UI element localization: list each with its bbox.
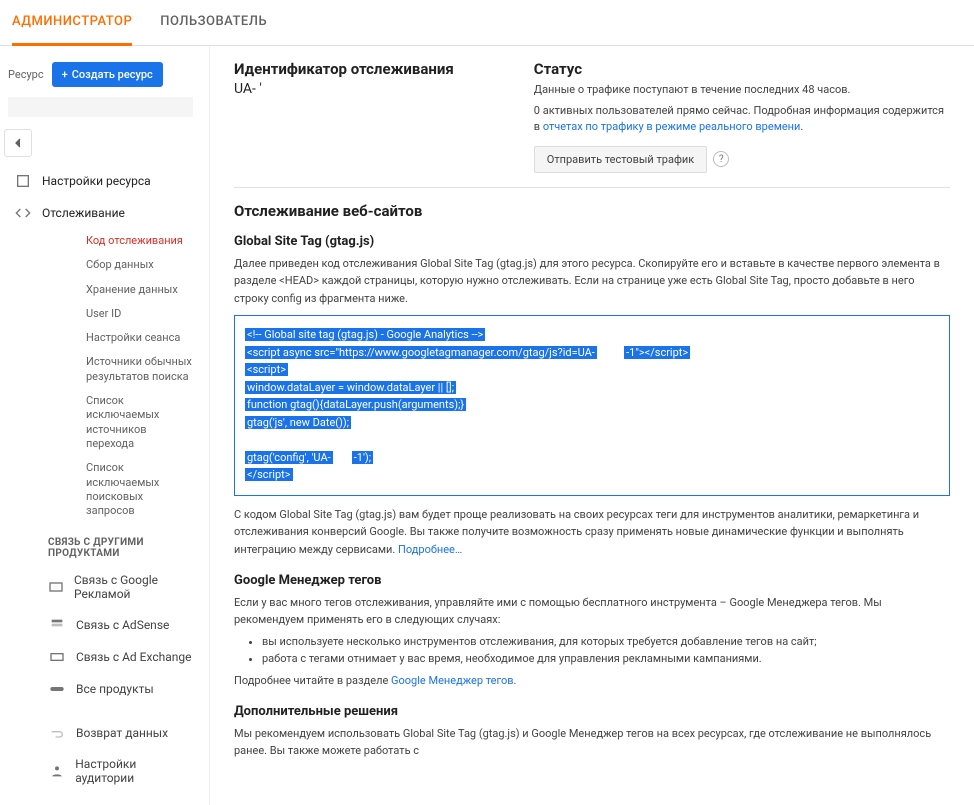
- nav-label: Возврат данных: [76, 726, 168, 740]
- status-title: Статус: [534, 60, 950, 78]
- main-content: Идентификатор отслеживания UA- ' Статус …: [210, 46, 974, 805]
- sub-data-collection[interactable]: Сбор данных: [0, 253, 201, 277]
- nav-google-ads[interactable]: Связь с Google Рекламой: [0, 565, 201, 609]
- nav-data-return[interactable]: Возврат данных: [0, 717, 201, 749]
- status-line-2: 0 активных пользователей прямо сейчас. П…: [534, 103, 950, 136]
- code-line: -1"></script>: [624, 346, 690, 359]
- nav-tracking[interactable]: Отслеживание: [0, 197, 201, 229]
- code-line: gtag('config', 'UA-: [245, 451, 333, 464]
- nav-label: Связь с Google Рекламой: [74, 573, 193, 601]
- audience-icon: [48, 763, 65, 779]
- link-icon: [48, 681, 66, 697]
- nav-label: Связь с AdSense: [76, 618, 169, 632]
- list-item: вы используете несколько инструментов от…: [262, 633, 950, 651]
- sub-session-settings[interactable]: Настройки сеанса: [0, 326, 201, 350]
- create-resource-label: Создать ресурс: [72, 68, 153, 81]
- nav-all-products[interactable]: Все продукты: [0, 673, 201, 705]
- tab-user[interactable]: ПОЛЬЗОВАТЕЛЬ: [160, 0, 267, 45]
- nav-audience-settings[interactable]: Настройки аудитории: [0, 749, 201, 793]
- section-label-links: СВЯЗЬ С ДРУГИМИ ПРОДУКТАМИ: [0, 523, 201, 565]
- tag-manager-link[interactable]: Google Менеджер тегов: [391, 674, 514, 687]
- return-icon: [48, 725, 66, 741]
- heading-tag-manager: Google Менеджер тегов: [234, 573, 950, 588]
- code-line: <!-- Global site tag (gtag.js) - Google …: [245, 328, 485, 341]
- sub-referral-exclusion[interactable]: Список исключаемых источников перехода: [0, 389, 201, 456]
- nav-resource-settings[interactable]: Настройки ресурса: [0, 165, 201, 197]
- nav-adsense[interactable]: Связь с AdSense: [0, 609, 201, 641]
- code-line: -1');: [352, 451, 373, 464]
- create-resource-button[interactable]: + Создать ресурс: [52, 62, 163, 87]
- sub-user-id[interactable]: User ID: [0, 302, 201, 326]
- nav-label: Все продукты: [76, 682, 154, 696]
- realtime-reports-link[interactable]: отчетах по трафику в режиме реального вр…: [543, 120, 801, 133]
- sub-organic-sources[interactable]: Источники обычных результатов поиска: [0, 350, 201, 389]
- code-line: window.dataLayer = window.dataLayer || […: [245, 381, 456, 394]
- account-selector[interactable]: [8, 97, 193, 117]
- divider: [234, 187, 950, 188]
- list-item: работа с тегами отнимает у вас время, не…: [262, 650, 950, 668]
- code-line: </script>: [245, 468, 293, 481]
- nav-label: Отслеживание: [42, 206, 125, 220]
- arrow-left-icon: [10, 135, 26, 151]
- additional-description: Мы рекомендуем использовать Global Site …: [234, 725, 950, 760]
- gtag-benefits: С кодом Global Site Tag (gtag.js) вам бу…: [234, 506, 950, 559]
- tracking-id-value: UA- ': [234, 81, 454, 97]
- nav-label: Связь с Ad Exchange: [76, 650, 191, 664]
- ads-icon: [48, 579, 64, 595]
- code-line: [245, 432, 939, 449]
- code-line: <script async src="https://www.googletag…: [245, 346, 597, 359]
- heading-additional: Дополнительные решения: [234, 704, 950, 719]
- adsense-icon: [48, 617, 66, 633]
- learn-more-link[interactable]: Подробнее…: [398, 543, 462, 556]
- resource-label: Ресурс: [8, 68, 44, 81]
- code-icon: [14, 205, 32, 221]
- nav-ad-exchange[interactable]: Связь с Ad Exchange: [0, 641, 201, 673]
- back-button[interactable]: [4, 129, 32, 157]
- section-website-tracking: Отслеживание веб-сайтов: [234, 202, 950, 220]
- status-line-1: Данные о трафике поступают в течение пос…: [534, 82, 950, 99]
- tracking-id-title: Идентификатор отслеживания: [234, 60, 454, 78]
- nav-label: Настройки аудитории: [75, 757, 193, 785]
- heading-gtag: Global Site Tag (gtag.js): [234, 234, 950, 249]
- settings-square-icon: [14, 173, 32, 189]
- code-line: function gtag(){dataLayer.push(arguments…: [245, 398, 466, 411]
- tab-admin[interactable]: АДМИНИСТРАТОР: [12, 0, 132, 46]
- code-line: <script>: [245, 363, 288, 376]
- sub-data-retention[interactable]: Хранение данных: [0, 278, 201, 302]
- help-icon[interactable]: ?: [713, 151, 729, 167]
- gtag-description: Далее приведен код отслеживания Global S…: [234, 255, 950, 308]
- code-line: gtag('js', new Date());: [245, 416, 351, 429]
- nav-label: Настройки ресурса: [42, 174, 151, 188]
- sub-search-exclusion[interactable]: Список исключаемых поисковых запросов: [0, 456, 201, 523]
- tag-manager-description: Если у вас много тегов отслеживания, упр…: [234, 594, 950, 629]
- sidebar: Ресурс + Создать ресурс Настройки ресурс…: [0, 46, 210, 805]
- tag-manager-more: Подробнее читайте в разделе Google Менед…: [234, 672, 950, 690]
- exchange-icon: [48, 649, 66, 665]
- code-snippet-box[interactable]: <!-- Global site tag (gtag.js) - Google …: [234, 315, 950, 496]
- plus-icon: +: [62, 68, 68, 81]
- sub-tracking-code[interactable]: Код отслеживания: [0, 229, 201, 253]
- send-test-traffic-button[interactable]: Отправить тестовый трафик: [534, 146, 707, 173]
